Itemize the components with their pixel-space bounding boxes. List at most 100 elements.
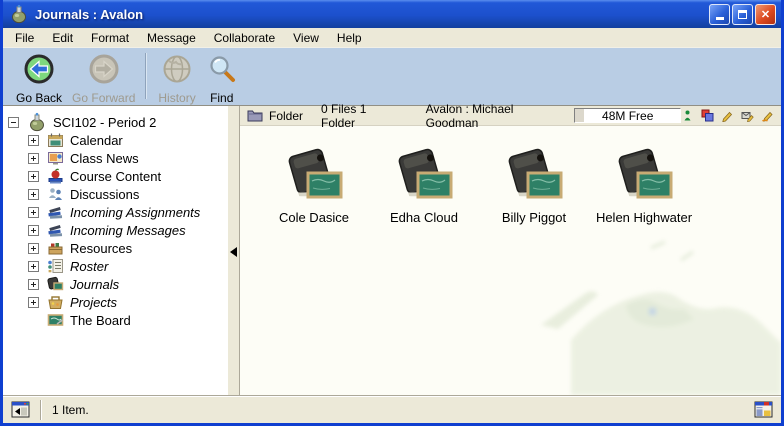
journal-label: Helen Highwater [596,210,692,225]
expand-box-icon[interactable] [28,189,39,200]
tree-item-course-content[interactable]: Course Content [3,167,227,185]
roster-list-icon [47,258,64,274]
journal-book-icon [613,148,675,206]
menu-format[interactable]: Format [82,29,138,47]
expand-box-icon[interactable] [28,153,39,164]
journal-book-icon [503,148,565,206]
find-label: Find [210,91,233,105]
tree-item-label: Journals [70,277,119,292]
layout-view-icon[interactable] [754,401,773,418]
tree-item-label: The Board [70,313,131,328]
header-action-icons [681,109,777,122]
tree-item-resources[interactable]: Resources [3,239,227,257]
journal-item-cole-dasice[interactable]: Cole Dasice [262,148,366,225]
tree-item-calendar[interactable]: Calendar [3,131,227,149]
menu-view[interactable]: View [284,29,328,47]
tree-item-label: Incoming Assignments [70,205,200,220]
pane-splitter[interactable] [227,106,240,395]
pencil-icon[interactable] [721,109,734,122]
layers-icon[interactable] [701,109,714,122]
calendar-icon [47,132,64,148]
journal-label: Billy Piggot [502,210,566,225]
expand-box-icon[interactable] [28,207,39,218]
folder-type-label: Folder [269,109,303,123]
journal-book-icon [283,148,345,206]
people-icon [47,186,64,202]
journal-item-edha-cloud[interactable]: Edha Cloud [372,148,476,225]
app-flask-icon [9,4,29,24]
user-icon[interactable] [681,109,694,122]
menu-bar: File Edit Format Message Collaborate Vie… [3,28,781,47]
tree-item-roster[interactable]: Roster [3,257,227,275]
files-area: Cole Dasice [240,126,781,395]
tree-item-incoming-messages[interactable]: Incoming Messages [3,221,227,239]
tree-item-projects[interactable]: Projects [3,293,227,311]
pen-icon[interactable] [761,109,774,122]
menu-collaborate[interactable]: Collaborate [205,29,284,47]
minimize-button[interactable] [709,4,730,25]
history-label: History [158,91,195,105]
back-arrow-icon [23,53,55,90]
content-area: SCI102 - Period 2 Calendar [3,105,781,395]
tree-item-label: Incoming Messages [70,223,186,238]
tree-root-label: SCI102 - Period 2 [53,115,156,130]
tree-item-class-news[interactable]: Class News [3,149,227,167]
toggle-pane-icon[interactable] [11,401,30,418]
journal-item-helen-highwater[interactable]: Helen Highwater [592,148,696,225]
go-back-label: Go Back [16,91,62,105]
expand-box-icon[interactable] [28,135,39,146]
go-back-button[interactable]: Go Back [11,52,67,106]
tree-item-label: Course Content [70,169,161,184]
go-forward-button: Go Forward [67,52,140,106]
tree-item-incoming-assignments[interactable]: Incoming Assignments [3,203,227,221]
status-separator [40,400,42,420]
tree-item-journals[interactable]: Journals [3,275,227,293]
menu-edit[interactable]: Edit [43,29,82,47]
expand-box-icon[interactable] [28,297,39,308]
expand-box-icon[interactable] [28,171,39,182]
toolbar: Go Back Go Forward History [3,47,781,105]
tree-item-label: Class News [70,151,139,166]
item-count-label: 1 Item. [52,403,754,417]
folder-info-bar: Folder 0 Files 1 Folder Avalon : Michael… [240,106,781,126]
journal-book-icon [47,276,64,292]
maximize-button[interactable] [732,4,753,25]
class-tree-pane: SCI102 - Period 2 Calendar [3,106,227,395]
apple-books-icon [47,168,64,184]
expand-box-icon[interactable] [28,225,39,236]
journal-book-icon [393,148,455,206]
menu-file[interactable]: File [6,29,43,47]
status-bar: 1 Item. [3,395,781,423]
magnifier-icon [206,53,238,90]
free-space-gauge: 48M Free [574,108,681,123]
expand-box-icon[interactable] [28,261,39,272]
window-controls: ✕ [709,4,776,25]
expand-box-icon[interactable] [28,279,39,290]
main-panel: Folder 0 Files 1 Folder Avalon : Michael… [240,106,781,395]
title-bar: Journals : Avalon ✕ [3,0,781,28]
news-icon [47,150,64,166]
tree-item-label: Resources [70,241,132,256]
go-forward-label: Go Forward [72,91,135,105]
toolbox-icon [47,294,64,310]
tree-item-label: Projects [70,295,117,310]
close-button[interactable]: ✕ [755,4,776,25]
books-stack-icon [47,204,64,220]
mail-edit-icon[interactable] [741,109,754,122]
menu-help[interactable]: Help [328,29,371,47]
tree-item-discussions[interactable]: Discussions [3,185,227,203]
tree-item-the-board[interactable]: The Board [3,311,227,329]
tree-item-label: Roster [70,259,108,274]
flask-icon [27,112,47,132]
menu-message[interactable]: Message [138,29,205,47]
tree-root-sci102[interactable]: SCI102 - Period 2 [3,113,227,131]
collapse-box-icon[interactable] [8,117,19,128]
find-button[interactable]: Find [201,52,243,106]
collapse-arrow-icon[interactable] [230,247,237,257]
globe-icon [161,53,193,90]
folder-icon [247,109,263,122]
journal-label: Cole Dasice [279,210,349,225]
journal-item-billy-piggot[interactable]: Billy Piggot [482,148,586,225]
window-title: Journals : Avalon [35,7,703,22]
expand-box-icon[interactable] [28,243,39,254]
